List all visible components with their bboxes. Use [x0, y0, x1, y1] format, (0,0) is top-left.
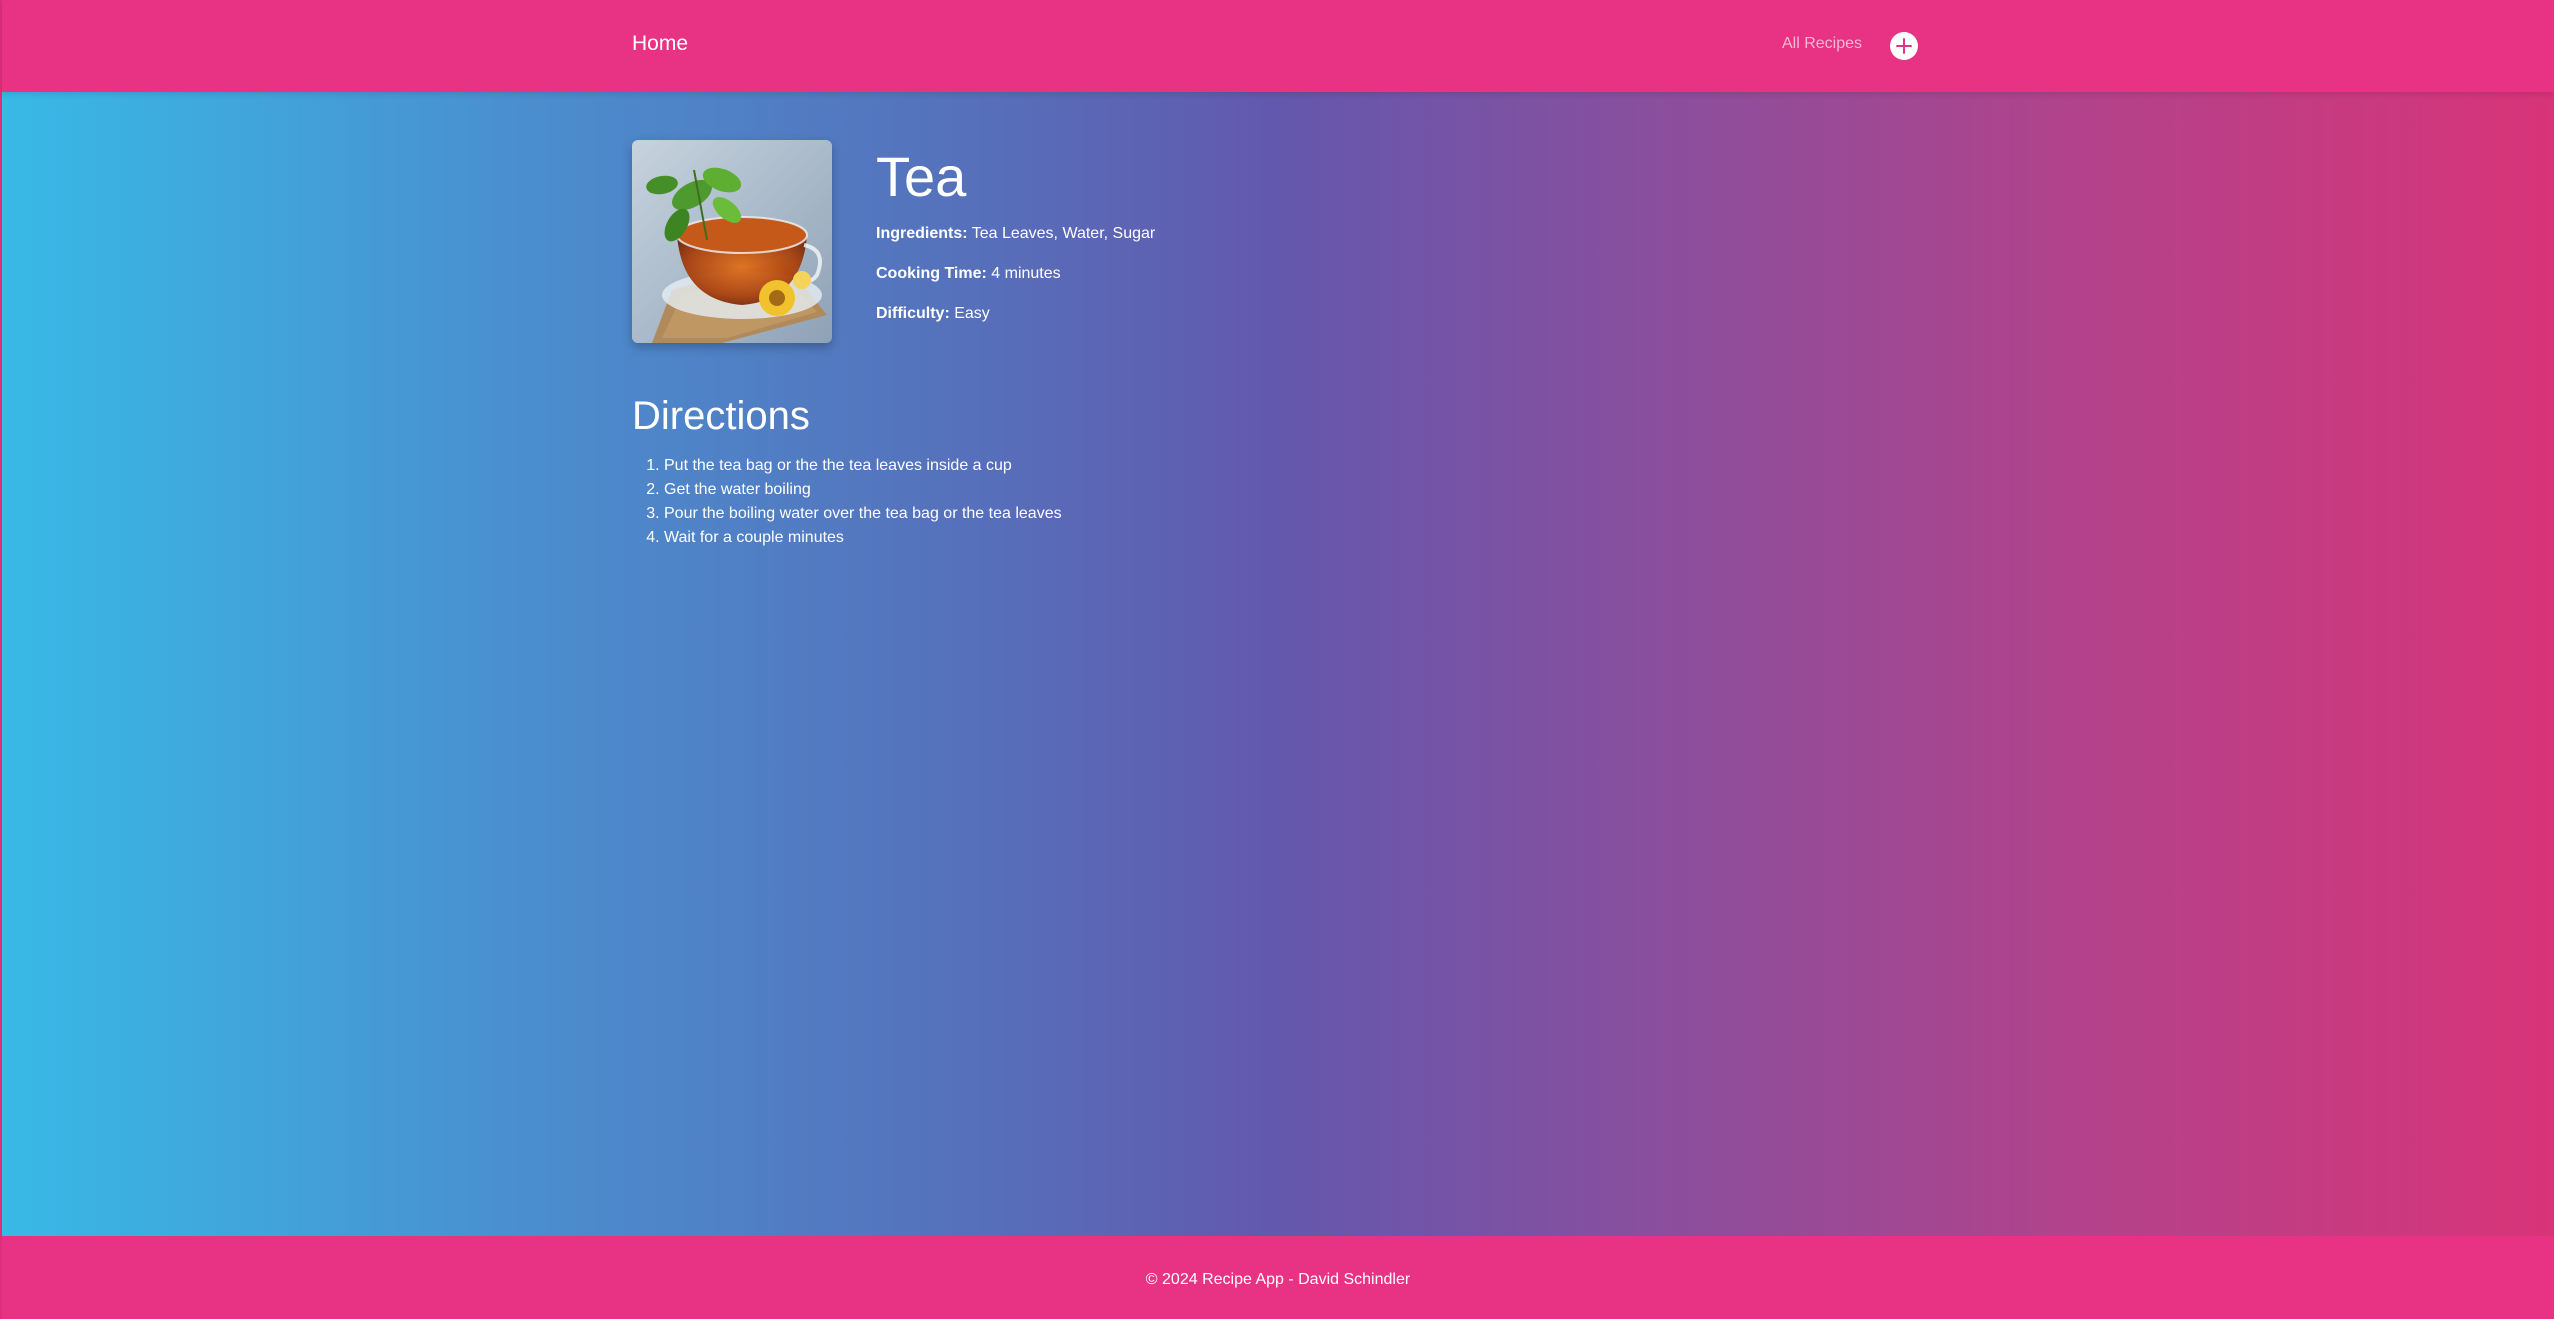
directions-list: Put the tea bag or the the tea leaves in…: [632, 454, 1062, 550]
ingredients-value: Tea Leaves, Water, Sugar: [971, 225, 1156, 242]
difficulty-line: Difficulty: Easy: [876, 305, 990, 323]
nav-all-recipes-link[interactable]: All Recipes: [1782, 35, 1862, 53]
ingredients-label: Ingredients:: [876, 225, 968, 242]
navbar: Home All Recipes: [2, 0, 2554, 92]
directions-heading: Directions: [632, 394, 810, 438]
plus-icon: [1896, 38, 1912, 54]
difficulty-value: Easy: [954, 305, 990, 322]
add-recipe-button[interactable]: [1890, 32, 1918, 60]
recipe-title: Tea: [876, 145, 967, 208]
footer-copyright: © 2024 Recipe App - David Schindler: [1145, 1271, 1411, 1288]
footer: © 2024 Recipe App - David Schindler: [2, 1236, 2554, 1319]
tea-cup-photo: [632, 140, 832, 343]
cooking-time-line: Cooking Time: 4 minutes: [876, 265, 1061, 283]
nav-home-link[interactable]: Home: [632, 32, 688, 56]
page: Home All Recipes Tea Ingredients: Tea Le…: [0, 0, 2554, 1319]
recipe-image: [632, 140, 832, 343]
difficulty-label: Difficulty:: [876, 305, 950, 322]
direction-step: Wait for a couple minutes: [664, 526, 1062, 550]
direction-step: Get the water boiling: [664, 478, 1062, 502]
cooking-time-label: Cooking Time:: [876, 265, 987, 282]
direction-step: Put the tea bag or the the tea leaves in…: [664, 454, 1062, 478]
direction-step: Pour the boiling water over the tea bag …: [664, 502, 1062, 526]
ingredients-line: Ingredients: Tea Leaves, Water, Sugar: [876, 225, 1155, 243]
cooking-time-value: 4 minutes: [991, 265, 1061, 282]
